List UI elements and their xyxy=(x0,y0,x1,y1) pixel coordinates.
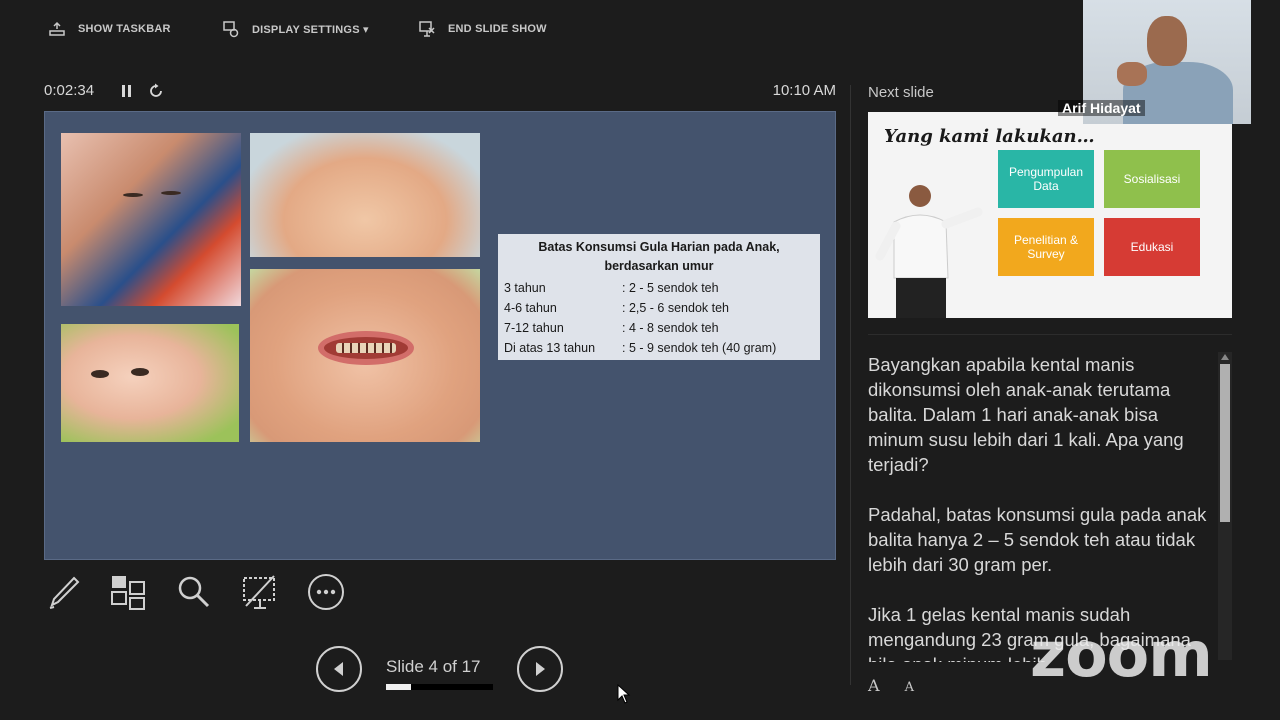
speaker-notes[interactable]: Bayangkan apabila kental manis dikonsums… xyxy=(868,352,1213,662)
end-slide-show-label: END SLIDE SHOW xyxy=(448,23,547,35)
notes-separator xyxy=(868,334,1232,335)
screen-off-icon xyxy=(243,575,275,609)
magnifier-icon xyxy=(178,576,210,608)
notes-paragraph: Bayangkan apabila kental manis dikonsums… xyxy=(868,354,1184,475)
baby-eye xyxy=(131,368,149,376)
notes-font-controls: A A xyxy=(868,676,934,695)
next-arrow-icon xyxy=(536,662,545,676)
more-options-button[interactable] xyxy=(306,572,346,612)
current-slide[interactable]: Batas Konsumsi Gula Harian pada Anak, be… xyxy=(44,111,836,560)
zoom-slide-button[interactable] xyxy=(174,572,214,612)
restart-timer-icon[interactable] xyxy=(148,83,164,99)
elapsed-timer: 0:02:34 xyxy=(44,82,95,99)
notes-scrollbar[interactable] xyxy=(1218,352,1232,660)
zoom-watermark: zoom xyxy=(1030,618,1213,691)
pen-tool-button[interactable] xyxy=(44,572,84,612)
pen-icon xyxy=(49,576,80,609)
participant-hand xyxy=(1117,62,1147,86)
slide-counter: Slide 4 of 17 xyxy=(386,657,481,676)
scroll-thumb[interactable] xyxy=(1220,364,1230,522)
end-slide-show-button[interactable]: END SLIDE SHOW xyxy=(418,20,547,38)
taskbar-icon xyxy=(49,21,65,36)
chubby-baby-photo xyxy=(61,324,239,442)
slide-progress-fill xyxy=(386,684,412,690)
pause-icon[interactable] xyxy=(120,84,134,98)
table-row: Di atas 13 tahun : 5 - 9 sendok teh (40 … xyxy=(504,341,777,355)
next-slide-title: Yang kami lakukan… xyxy=(884,126,1095,147)
display-settings-label: DISPLAY SETTINGS ▾ xyxy=(252,23,369,36)
show-taskbar-button[interactable]: SHOW TASKBAR xyxy=(48,20,171,38)
mouth xyxy=(318,331,414,365)
current-time: 10:10 AM xyxy=(772,82,836,99)
decrease-font-button[interactable]: A xyxy=(905,680,914,695)
show-taskbar-label: SHOW TASKBAR xyxy=(78,23,171,35)
slide-progress-bar xyxy=(386,684,493,690)
previous-slide-button[interactable] xyxy=(316,646,362,692)
baby-eye xyxy=(91,370,109,378)
table-row: 3 tahun : 2 - 5 sendok teh xyxy=(504,281,719,295)
sugar-limit-table: Batas Konsumsi Gula Harian pada Anak, be… xyxy=(498,234,820,360)
increase-font-button[interactable]: A xyxy=(868,676,880,695)
end-show-icon xyxy=(419,21,435,37)
presenter-toolbar: SHOW TASKBAR DISPLAY SETTINGS ▾ END SLID… xyxy=(0,0,1060,56)
mouse-cursor-icon xyxy=(617,684,631,704)
tile-sosialisasi: Sosialisasi xyxy=(1104,150,1200,208)
table-title: Batas Konsumsi Gula Harian pada Anak, be… xyxy=(538,240,780,273)
black-screen-button[interactable] xyxy=(240,572,280,612)
grid-slides-icon xyxy=(111,576,145,610)
tooth-decay-photo xyxy=(250,269,480,442)
next-slide-label: Next slide xyxy=(868,84,934,101)
teeth xyxy=(336,343,396,353)
tile-penelitian-survey: Penelitian & Survey xyxy=(998,218,1094,276)
next-slide-preview[interactable]: Yang kami lakukan… Pengumpulan Data Sosi… xyxy=(868,112,1232,318)
baby-eye xyxy=(123,193,143,197)
child-belly-photo xyxy=(250,133,480,257)
baby-eye xyxy=(161,191,181,195)
scroll-up-icon[interactable] xyxy=(1221,354,1229,360)
display-settings-icon xyxy=(223,21,239,38)
participant-head xyxy=(1147,16,1187,66)
previous-arrow-icon xyxy=(334,662,343,676)
table-row: 4-6 tahun : 2,5 - 6 sendok teh xyxy=(504,301,730,315)
more-options-icon xyxy=(308,574,344,610)
participant-name: Arif Hidayat xyxy=(1058,100,1145,116)
tile-edukasi: Edukasi xyxy=(1104,218,1200,276)
next-slide-button[interactable] xyxy=(517,646,563,692)
presenter-photo xyxy=(875,185,983,318)
sleeping-baby-photo xyxy=(61,133,241,306)
table-row: 7-12 tahun : 4 - 8 sendok teh xyxy=(504,321,719,335)
display-settings-button[interactable]: DISPLAY SETTINGS ▾ xyxy=(222,20,369,38)
notes-paragraph: Padahal, batas konsumsi gula pada anak b… xyxy=(868,504,1207,575)
timer-row: 0:02:34 10:10 AM xyxy=(44,82,836,102)
see-all-slides-button[interactable] xyxy=(108,572,148,612)
pane-divider[interactable] xyxy=(850,85,851,685)
tile-pengumpulan-data: Pengumpulan Data xyxy=(998,150,1094,208)
